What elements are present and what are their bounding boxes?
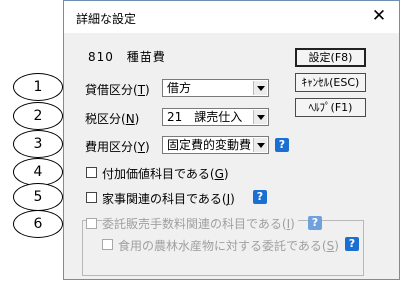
help-button[interactable]: ﾍﾙﾌﾟ(F1) bbox=[295, 98, 366, 117]
consignment-help-icon[interactable]: ? bbox=[308, 216, 322, 230]
tax-select[interactable]: 21 課売仕入 bbox=[162, 108, 269, 126]
tax-value: 21 課売仕入 bbox=[167, 110, 243, 124]
lending-borrowing-select[interactable]: 借方 bbox=[162, 79, 269, 97]
chevron-down-icon[interactable] bbox=[253, 81, 267, 95]
household-label: 家事関連の科目である(J) bbox=[102, 192, 235, 206]
food-consignment-checkbox[interactable] bbox=[102, 239, 113, 250]
callout-6: 6 bbox=[13, 210, 63, 238]
tax-label: 税区分(N) bbox=[85, 112, 140, 126]
dialog-title: 詳細な設定 bbox=[76, 12, 137, 26]
account-heading: 810 種苗費 bbox=[88, 48, 166, 65]
cancel-button[interactable]: ｷｬﾝｾﾙ(ESC) bbox=[295, 73, 366, 92]
value-added-checkbox[interactable] bbox=[86, 167, 97, 178]
lending-borrowing-value: 借方 bbox=[167, 81, 192, 95]
callout-4: 4 bbox=[13, 158, 63, 186]
close-icon[interactable]: ✕ bbox=[369, 6, 389, 26]
settings-button[interactable]: 設定(F8) bbox=[295, 48, 366, 67]
food-consignment-help-icon[interactable]: ? bbox=[345, 237, 359, 251]
consignment-checkbox[interactable] bbox=[86, 218, 97, 229]
account-code: 810 bbox=[88, 50, 114, 64]
value-added-label: 付加価値科目である(G) bbox=[102, 167, 229, 181]
callout-2: 2 bbox=[13, 102, 63, 130]
cost-help-icon[interactable]: ? bbox=[275, 138, 289, 152]
account-name: 種苗費 bbox=[126, 50, 166, 64]
title-bar: 詳細な設定 ✕ bbox=[64, 1, 399, 33]
household-checkbox[interactable] bbox=[86, 192, 97, 203]
chevron-down-icon[interactable] bbox=[253, 110, 267, 124]
cost-label: 費用区分(Y) bbox=[85, 140, 150, 154]
cost-value: 固定費的変動費 bbox=[167, 138, 252, 152]
chevron-down-icon[interactable] bbox=[253, 138, 267, 152]
callout-5: 5 bbox=[13, 183, 63, 211]
household-help-icon[interactable]: ? bbox=[253, 190, 267, 204]
callout-1: 1 bbox=[13, 73, 63, 101]
detail-settings-dialog: 詳細な設定 ✕ 810 種苗費 設定(F8) ｷｬﾝｾﾙ(ESC) ﾍﾙﾌﾟ(F… bbox=[63, 0, 400, 280]
callout-3: 3 bbox=[13, 130, 63, 158]
cost-select[interactable]: 固定費的変動費 bbox=[162, 136, 269, 154]
consignment-label: 委託販売手数料関連の科目である(I) bbox=[102, 215, 298, 232]
food-consignment-label: 食用の農林水産物に対する委託である(S) bbox=[118, 239, 339, 253]
lending-borrowing-label: 貸借区分(T) bbox=[85, 83, 150, 97]
